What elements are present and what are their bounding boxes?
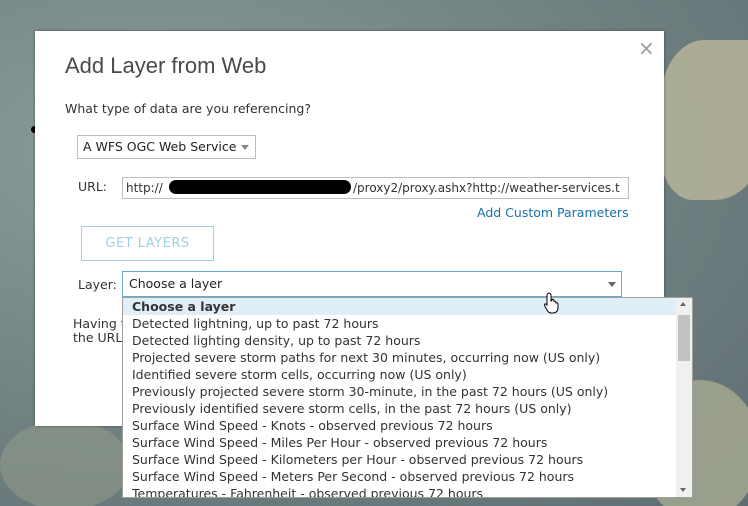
scrollbar-thumb[interactable] — [678, 315, 690, 361]
layer-option[interactable]: Previously identified severe storm cells… — [123, 400, 676, 417]
chevron-down-icon — [608, 282, 616, 287]
layer-option[interactable]: Surface Wind Speed - Knots - observed pr… — [123, 417, 676, 434]
layer-option[interactable]: Detected lightning, up to past 72 hours — [123, 315, 676, 332]
layer-option[interactable]: Detected lighting density, up to past 72… — [123, 332, 676, 349]
dialog-title: Add Layer from Web — [65, 53, 267, 78]
data-type-select-value: A WFS OGC Web Service — [83, 139, 237, 154]
help-text-line: Having t — [73, 316, 126, 331]
help-text-line: the URL — [73, 330, 123, 345]
layer-option[interactable]: Surface Wind Speed - Miles Per Hour - ob… — [123, 434, 676, 451]
url-input[interactable]: http:// /proxy2/proxy.ashx?http://weathe… — [122, 177, 629, 199]
data-type-select[interactable]: A WFS OGC Web Service — [77, 135, 256, 159]
scrollbar[interactable] — [676, 298, 692, 497]
chevron-down-icon — [241, 145, 249, 150]
scroll-up-icon[interactable] — [680, 302, 686, 306]
layer-option[interactable]: Surface Wind Speed - Kilometers per Hour… — [123, 451, 676, 468]
get-layers-button[interactable]: GET LAYERS — [81, 226, 214, 261]
layer-option[interactable]: Projected severe storm paths for next 30… — [123, 349, 676, 366]
map-landmass — [660, 40, 748, 200]
url-value-suffix: /proxy2/proxy.ashx?http://weather-servic… — [353, 181, 620, 195]
help-text: Having t the URL — [73, 317, 126, 345]
close-icon[interactable]: × — [638, 37, 655, 59]
layer-option[interactable]: Identified severe storm cells, occurring… — [123, 366, 676, 383]
add-custom-parameters-link[interactable]: Add Custom Parameters — [477, 205, 629, 220]
layer-option[interactable]: Surface Wind Speed - Meters Per Second -… — [123, 468, 676, 485]
layer-options: Choose a layer Detected lightning, up to … — [123, 298, 676, 497]
url-label: URL: — [78, 179, 108, 194]
url-value-prefix: http:// — [126, 181, 163, 195]
data-type-question: What type of data are you referencing? — [65, 101, 311, 116]
layer-dropdown-list[interactable]: Choose a layer Detected lightning, up to … — [122, 297, 693, 498]
layer-select-value: Choose a layer — [129, 276, 223, 291]
layer-option[interactable]: Previously projected severe storm 30-min… — [123, 383, 676, 400]
cursor-hand-icon — [543, 292, 559, 314]
redaction-mark — [169, 180, 351, 194]
layer-option[interactable]: Temperatures - Fahrenheit - observed pre… — [123, 485, 676, 497]
scroll-down-icon[interactable] — [680, 488, 686, 492]
map-landmass — [0, 420, 130, 506]
layer-option[interactable]: Choose a layer — [123, 298, 676, 315]
layer-label: Layer: — [78, 277, 117, 292]
